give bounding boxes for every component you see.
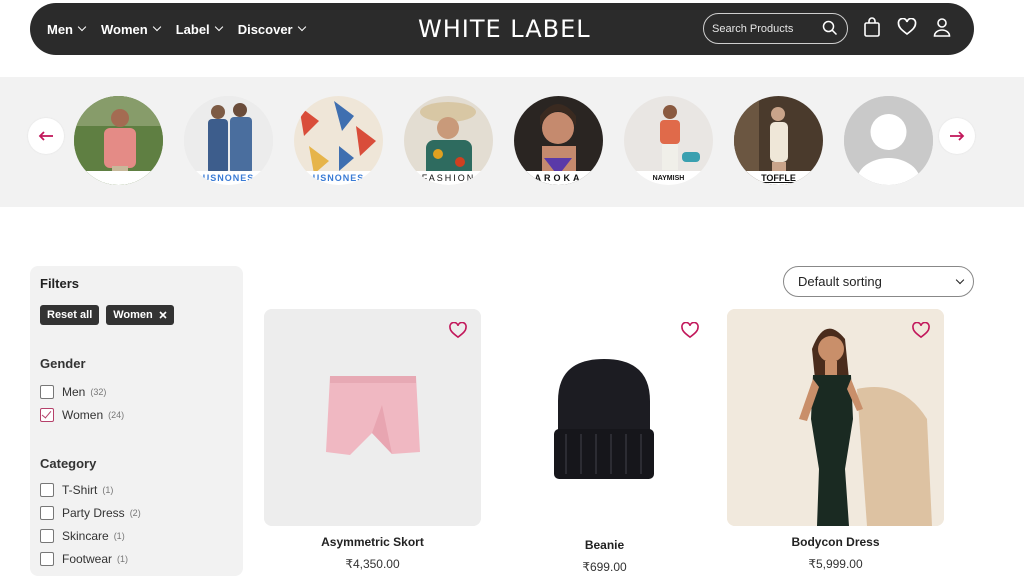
gender-option-men[interactable]: Men (32) (40, 380, 233, 403)
main-menu: Men Women Label Discover (47, 21, 306, 37)
option-count: (1) (113, 530, 125, 541)
sort-dropdown[interactable]: Default sorting (783, 266, 974, 297)
avatar-placeholder-icon (844, 96, 933, 185)
bodycon-dress-image (727, 309, 944, 526)
carousel-next-button[interactable] (939, 118, 975, 154)
checkbox-icon[interactable] (40, 551, 54, 566)
option-count: (24) (108, 409, 125, 420)
filters-title: Filters (40, 276, 80, 291)
brand-circle[interactable]: FASHION (404, 96, 493, 185)
checkbox-icon[interactable] (40, 384, 54, 399)
reset-all-button[interactable]: Reset all (40, 305, 100, 325)
checkbox-icon[interactable] (40, 528, 54, 543)
brand-circle-placeholder[interactable] (844, 96, 933, 185)
sort-selected-value: Default sorting (798, 274, 882, 289)
category-option-party-dress[interactable]: Party Dress (2) (40, 501, 233, 524)
brand-circle[interactable]: AROKA (514, 96, 603, 185)
product-name[interactable]: Beanie (496, 538, 713, 552)
option-count: (1) (117, 553, 129, 564)
category-option-tshirt[interactable]: T-Shirt (1) (40, 478, 233, 501)
brand-label: USNONES (184, 171, 273, 185)
product-card[interactable]: Bodycon Dress ₹5,999.00 (727, 309, 944, 571)
arrow-left-icon (38, 131, 53, 141)
heart-icon[interactable] (911, 322, 931, 339)
checkbox-checked-icon[interactable] (40, 407, 54, 422)
product-image[interactable] (496, 309, 713, 526)
category-section-title: Category (40, 456, 97, 471)
option-label: T-Shirt (62, 482, 98, 497)
user-icon[interactable] (933, 17, 951, 37)
menu-item-label[interactable]: Label (175, 21, 223, 37)
product-name[interactable]: Bodycon Dress (727, 535, 944, 549)
brand-label (74, 171, 163, 185)
chevron-down-icon (77, 22, 87, 32)
nav-icon-group (863, 17, 951, 37)
option-count: (2) (129, 507, 141, 518)
option-label: Women (62, 407, 104, 422)
chip-label: Women (113, 309, 153, 321)
product-card[interactable]: Asymmetric Skort ₹4,350.00 (264, 309, 481, 571)
heart-icon[interactable] (448, 322, 468, 339)
checkbox-icon[interactable] (40, 482, 54, 497)
brand-circle[interactable] (74, 96, 163, 185)
beanie-image (496, 309, 713, 526)
active-filter-chips: Reset all Women (40, 305, 233, 325)
menu-item-men[interactable]: Men (47, 21, 87, 37)
product-image[interactable] (727, 309, 944, 526)
search-icon[interactable] (822, 20, 838, 36)
chevron-down-icon (152, 22, 161, 32)
cart-icon[interactable] (863, 17, 881, 37)
menu-item-women[interactable]: Women (101, 21, 161, 37)
brand-label: AROKA (514, 171, 603, 185)
heart-icon[interactable] (680, 322, 700, 339)
search-input[interactable] (712, 22, 818, 35)
option-count: (1) (102, 484, 114, 495)
wishlist-heart-icon[interactable] (897, 18, 917, 36)
brand-circle[interactable]: NAYMISH (624, 96, 713, 185)
menu-item-label: Discover (237, 21, 293, 37)
site-logo[interactable]: WHITE LABEL (418, 15, 591, 43)
menu-item-label: Label (175, 21, 210, 37)
chip-label: Reset all (47, 309, 93, 321)
top-navigation-bar: Men Women Label Discover WHITE LABEL (30, 3, 974, 55)
option-label: Party Dress (62, 505, 125, 520)
chevron-down-icon (297, 22, 306, 32)
brand-circle[interactable]: TOFFLE (734, 96, 823, 185)
brand-label: NAYMISH (624, 171, 713, 185)
brand-label: TOFFLE (734, 171, 823, 185)
gender-section-title: Gender (40, 356, 86, 371)
checkbox-icon[interactable] (40, 505, 54, 520)
filters-panel: Filters Reset all Women Gender Men (32) … (30, 266, 243, 576)
carousel-prev-button[interactable] (28, 118, 64, 154)
chevron-down-icon (955, 275, 965, 285)
product-card[interactable]: Beanie ₹699.00 (496, 309, 713, 574)
brand-label: USNONES (294, 171, 383, 185)
menu-item-label: Women (101, 21, 148, 37)
brand-circle[interactable]: USNONES (294, 96, 383, 185)
arrow-right-icon (950, 131, 965, 141)
option-label: Footwear (62, 551, 113, 566)
menu-item-label: Men (47, 21, 73, 37)
product-name[interactable]: Asymmetric Skort (264, 535, 481, 549)
category-option-skincare[interactable]: Skincare (1) (40, 524, 233, 547)
product-image[interactable] (264, 309, 481, 526)
product-price: ₹699.00 (582, 560, 627, 574)
close-icon[interactable] (159, 311, 167, 319)
skort-image (264, 309, 481, 526)
option-label: Skincare (62, 528, 109, 543)
option-count: (32) (90, 386, 107, 397)
gender-option-women[interactable]: Women (24) (40, 403, 233, 426)
active-filter-chip-women[interactable]: Women (106, 305, 174, 325)
option-label: Men (62, 384, 86, 399)
product-price: ₹5,999.00 (808, 557, 863, 571)
category-option-footwear[interactable]: Footwear (1) (40, 547, 233, 570)
chevron-down-icon (214, 22, 223, 32)
product-price: ₹4,350.00 (345, 557, 400, 571)
menu-item-discover[interactable]: Discover (237, 21, 306, 37)
search-box (703, 13, 848, 44)
brand-label: FASHION (404, 171, 493, 185)
brand-circle[interactable]: USNONES (184, 96, 273, 185)
